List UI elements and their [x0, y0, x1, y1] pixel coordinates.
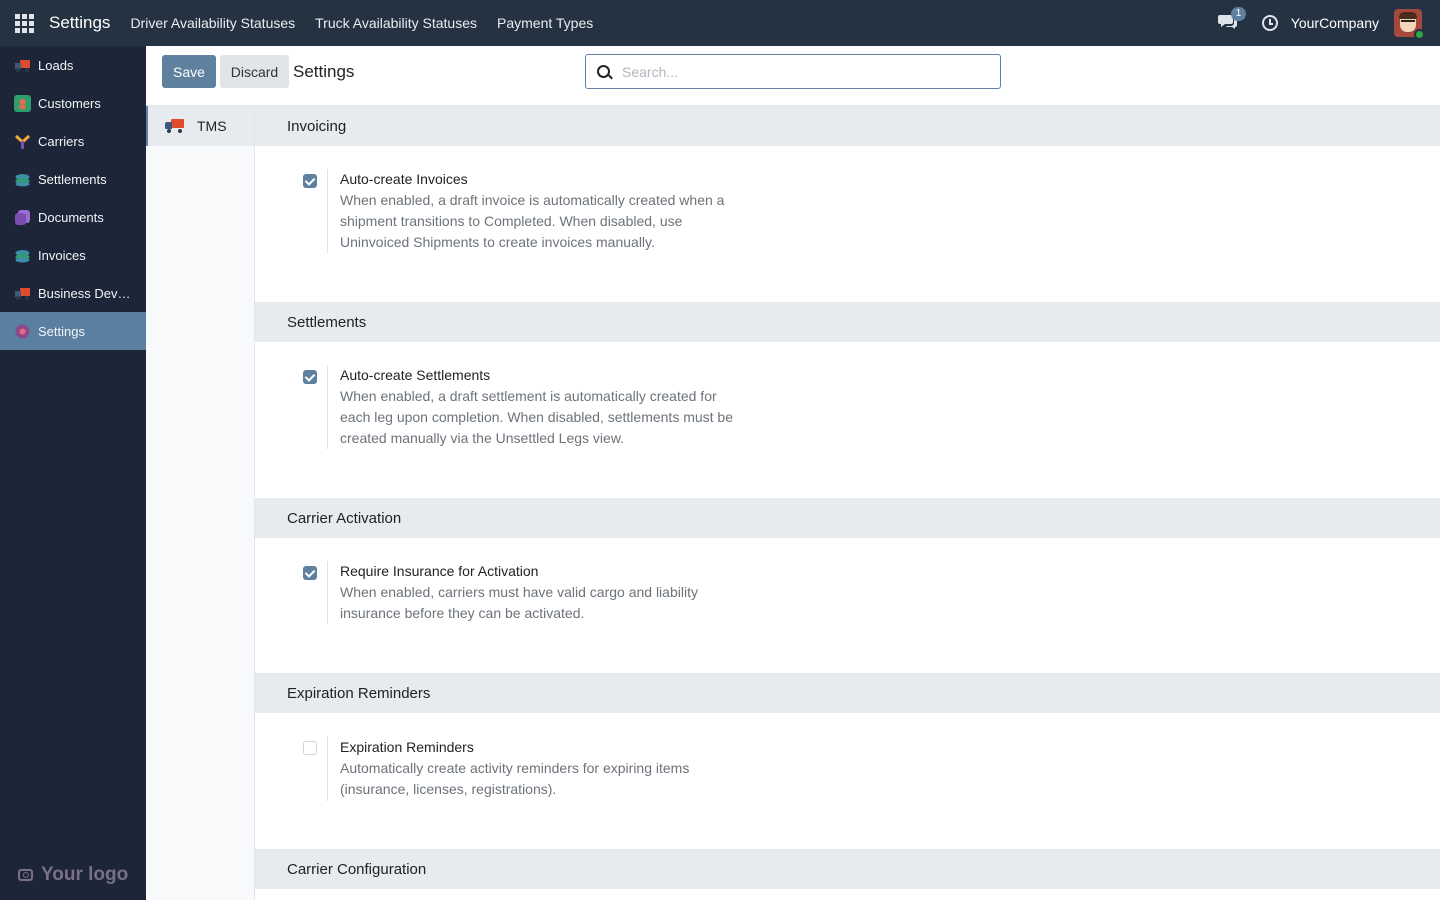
- tab-tms[interactable]: TMS: [146, 106, 254, 146]
- setting-description: When enabled, carriers must have valid c…: [340, 584, 698, 600]
- customers-icon: [14, 94, 31, 112]
- business-dev-icon: [14, 285, 31, 302]
- company-logo: Your logo: [18, 864, 128, 886]
- apps-menu-icon[interactable]: [0, 0, 48, 46]
- section-header-carrier-configuration: Carrier Configuration: [255, 849, 1440, 889]
- sidebar-item-settings[interactable]: Settings: [0, 312, 146, 350]
- camera-icon: [18, 869, 33, 881]
- sidebar-item-customers[interactable]: Customers: [0, 84, 146, 122]
- menu-payment-types[interactable]: Payment Types: [497, 15, 593, 31]
- control-panel: Save Discard Settings: [146, 46, 1440, 106]
- setting-title: Expiration Reminders: [340, 739, 474, 755]
- section-header-expiration-reminders: Expiration Reminders: [255, 673, 1440, 713]
- setting-description: When enabled, a draft invoice is automat…: [340, 192, 725, 208]
- sidebar-item-invoices[interactable]: Invoices: [0, 236, 146, 274]
- settings-app-tabs: TMS: [146, 106, 255, 900]
- menu-driver-availability-statuses[interactable]: Driver Availability Statuses: [130, 15, 295, 31]
- save-button[interactable]: Save: [162, 55, 216, 88]
- app-sidebar: Loads Customers Carriers Settlements Doc…: [0, 46, 146, 900]
- settlements-icon: [14, 171, 31, 188]
- menu-truck-availability-statuses[interactable]: Truck Availability Statuses: [315, 15, 477, 31]
- section-header-invoicing: Invoicing: [255, 106, 1440, 146]
- auto-create-invoices-checkbox[interactable]: [303, 174, 317, 188]
- documents-icon: [14, 209, 31, 226]
- discard-button[interactable]: Discard: [220, 55, 289, 88]
- setting-description: Automatically create activity reminders …: [340, 760, 690, 776]
- setting-title: Auto-create Invoices: [340, 171, 468, 187]
- sidebar-item-loads[interactable]: Loads: [0, 46, 146, 84]
- top-menu: Driver Availability Statuses Truck Avail…: [120, 15, 603, 31]
- setting-expiration-reminders: Expiration Reminders Automatically creat…: [255, 713, 1440, 849]
- messages-button[interactable]: 1: [1217, 7, 1247, 33]
- sidebar-item-carriers[interactable]: Carriers: [0, 122, 146, 160]
- message-count-badge: 1: [1230, 7, 1247, 21]
- settings-icon: [14, 323, 31, 340]
- setting-require-insurance: Require Insurance for Activation When en…: [255, 538, 1440, 673]
- top-navbar: Settings Driver Availability Statuses Tr…: [0, 0, 1440, 46]
- auto-create-settlements-checkbox[interactable]: [303, 370, 317, 384]
- setting-auto-create-settlements: Auto-create Settlements When enabled, a …: [255, 342, 1440, 498]
- setting-title: Auto-create Settlements: [340, 367, 491, 383]
- carriers-icon: [14, 133, 31, 150]
- truck-icon: [165, 119, 185, 133]
- company-switcher[interactable]: YourCompany: [1291, 15, 1379, 31]
- settings-content: Invoicing Auto-create Invoices When enab…: [255, 106, 1440, 900]
- invoices-icon: [14, 247, 31, 264]
- search-box[interactable]: [585, 54, 1001, 89]
- online-status-dot: [1414, 29, 1425, 40]
- sidebar-item-settlements[interactable]: Settlements: [0, 160, 146, 198]
- expiration-reminders-checkbox[interactable]: [303, 741, 317, 755]
- sidebar-item-business-dev[interactable]: Business Dev…: [0, 274, 146, 312]
- setting-title: Require Insurance for Activation: [340, 563, 539, 579]
- search-input[interactable]: [622, 63, 982, 80]
- search-icon: [597, 65, 610, 78]
- user-avatar[interactable]: [1394, 9, 1425, 40]
- activity-clock-icon[interactable]: [1261, 15, 1278, 31]
- app-title[interactable]: Settings: [49, 13, 110, 33]
- breadcrumb: Settings: [293, 62, 355, 81]
- sidebar-item-documents[interactable]: Documents: [0, 198, 146, 236]
- setting-auto-create-invoices: Auto-create Invoices When enabled, a dra…: [255, 146, 1440, 302]
- setting-description: When enabled, a draft settlement is auto…: [340, 388, 717, 404]
- section-header-settlements: Settlements: [255, 302, 1440, 342]
- require-insurance-checkbox[interactable]: [303, 566, 317, 580]
- loads-icon: [14, 57, 31, 74]
- section-header-carrier-activation: Carrier Activation: [255, 498, 1440, 538]
